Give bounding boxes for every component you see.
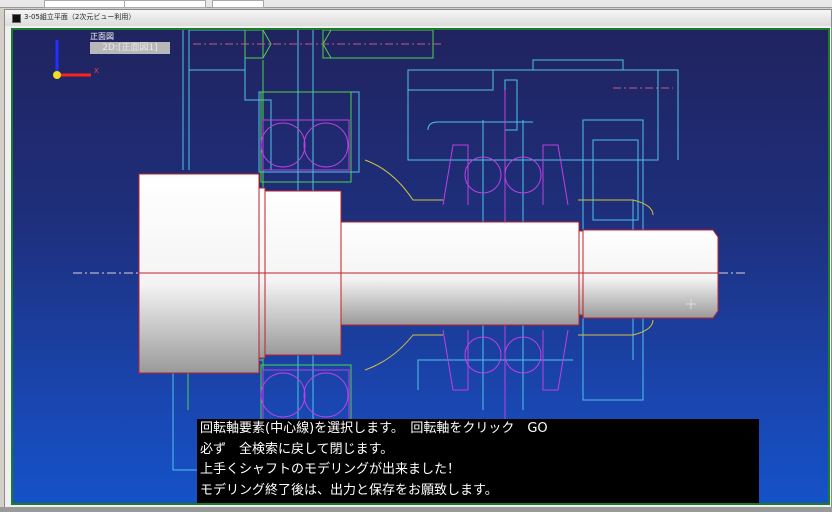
window-titlebar[interactable]: 3-05組立平面（2次元ビュー利用）: [5, 10, 831, 26]
cad-view-window: 3-05組立平面（2次元ビュー利用） X 正面図 2D:[正面図1] 回転軸要素…: [4, 9, 832, 509]
status-strip: [0, 507, 832, 512]
drawing-viewport[interactable]: X 正面図 2D:[正面図1] 回転軸要素(中心線)を選択します。 回転軸をクリ…: [11, 28, 830, 505]
toolbar-strip: [0, 0, 832, 8]
window-title: 3-05組立平面（2次元ビュー利用）: [24, 13, 136, 21]
message-line: 必ず 全検索に戻して閉じます。: [200, 441, 394, 457]
message-panel: 回転軸要素(中心線)を選択します。 回転軸をクリック GO 必ず 全検索に戻して…: [197, 419, 759, 503]
toolbar-field[interactable]: [124, 0, 206, 8]
message-line: 回転軸要素(中心線)を選択します。 回転軸をクリック GO: [200, 421, 548, 436]
axis-triad-icon: [53, 40, 91, 79]
toolbar-field[interactable]: [212, 0, 264, 8]
toolbar-field[interactable]: [44, 0, 131, 8]
view-label: 正面図: [90, 32, 114, 41]
view-name-box[interactable]: 2D:[正面図1]: [90, 42, 170, 54]
message-line: 上手くシャフトのモデリングが出来ました！: [200, 462, 461, 477]
window-icon: [12, 14, 21, 23]
message-line: モデリング終了後は、出力と保存をお願致します。: [200, 482, 498, 498]
axis-x-label: X: [94, 67, 99, 75]
